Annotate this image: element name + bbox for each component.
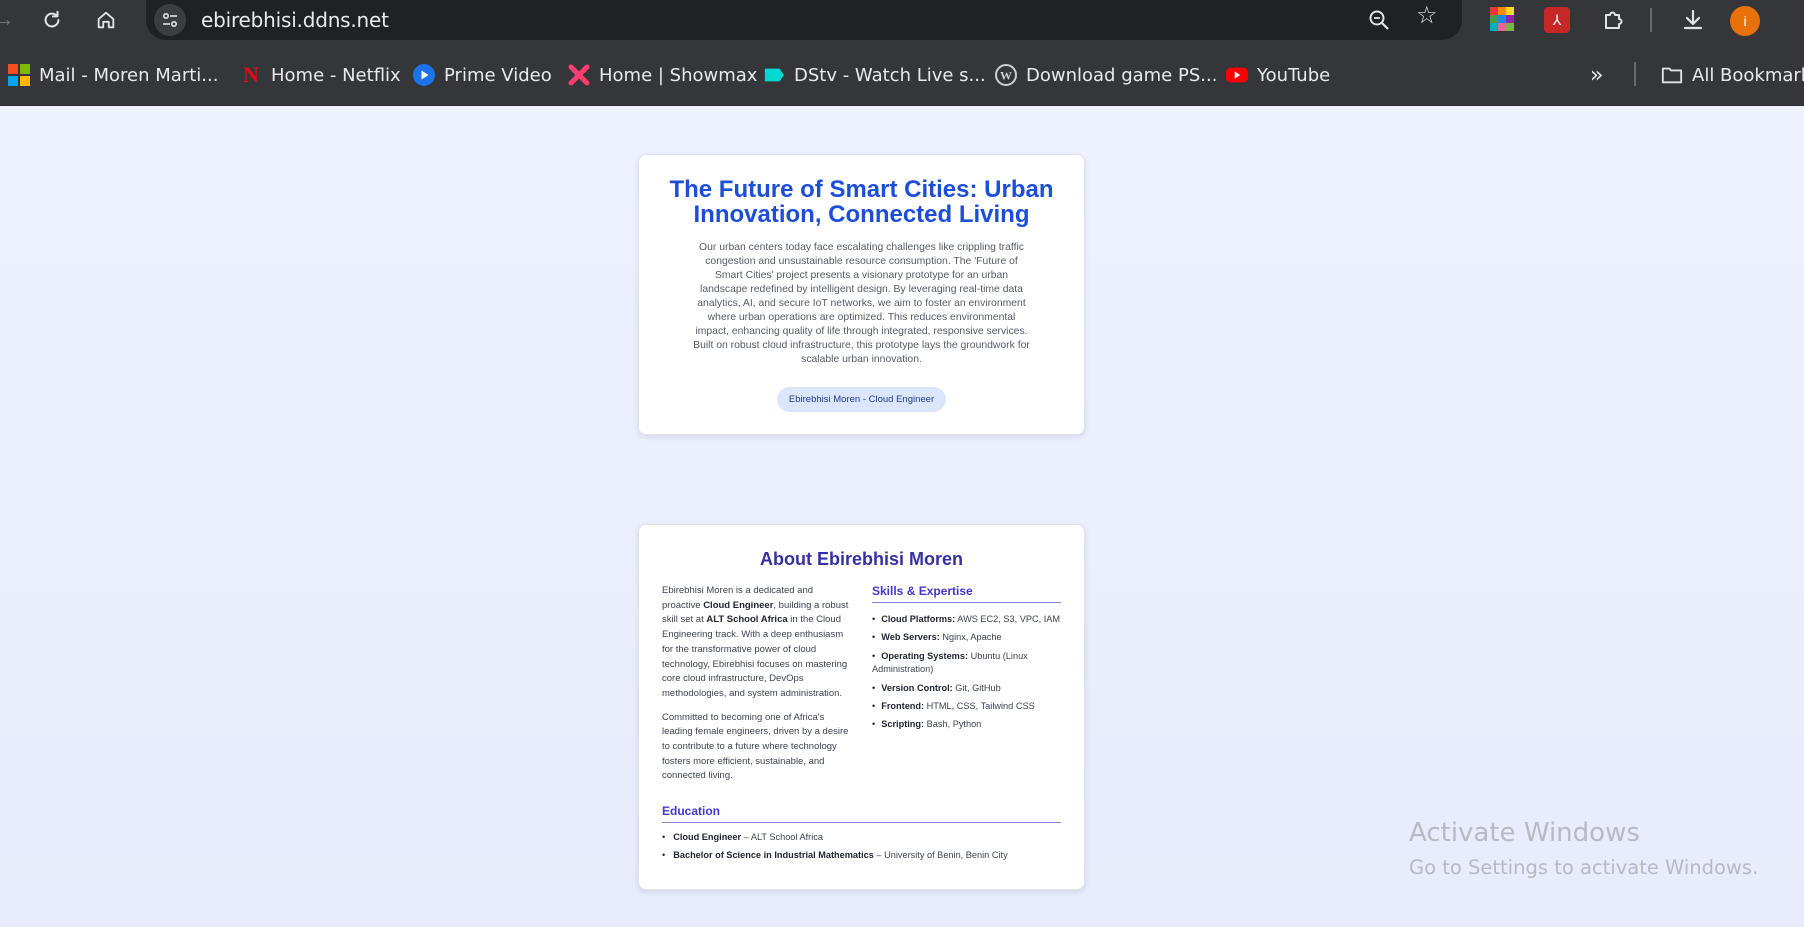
bookmark-label: DStv - Watch Live s... bbox=[794, 64, 986, 86]
bookmark-mail[interactable]: Mail - Moren Marti... bbox=[8, 62, 218, 88]
bookmark-prime-video[interactable]: Prime Video bbox=[413, 62, 552, 88]
bookmark-netflix[interactable]: N Home - Netflix bbox=[240, 62, 401, 88]
about-heading: About Ebirebhisi Moren bbox=[759, 549, 963, 569]
author-badge: Ebirebhisi Moren - Cloud Engineer bbox=[776, 387, 947, 412]
bio-paragraph: Committed to becoming one of Africa's le… bbox=[662, 711, 849, 782]
skills-heading: Skills & Expertise bbox=[872, 584, 1061, 603]
bookmark-dstv[interactable]: DStv - Watch Live s... bbox=[763, 62, 986, 88]
zoom-icon[interactable] bbox=[1368, 9, 1390, 31]
education-item: • Cloud Engineer – ALT School Africa bbox=[662, 832, 823, 843]
bookmark-label: Mail - Moren Marti... bbox=[39, 64, 219, 86]
page-content: The Future of Smart Cities: Urban Innova… bbox=[0, 106, 1804, 927]
skill-item: • Scripting: Bash, Python bbox=[872, 719, 982, 730]
dstv-icon bbox=[763, 64, 785, 86]
bookmark-label: Home | Showmax bbox=[599, 64, 758, 86]
bio-paragraph: Ebirebhisi Moren is a dedicated and proa… bbox=[662, 585, 849, 699]
bookmark-label: Download game PS... bbox=[1026, 64, 1218, 86]
microsoft-icon bbox=[8, 64, 30, 86]
skill-item: • Frontend: HTML, CSS, Tailwind CSS bbox=[872, 700, 1035, 711]
folder-icon bbox=[1661, 64, 1683, 86]
bookmarks-bar: Mail - Moren Marti... N Home - Netflix P… bbox=[0, 42, 1804, 106]
extensions-puzzle-icon[interactable] bbox=[1600, 7, 1626, 33]
home-icon[interactable] bbox=[94, 8, 118, 32]
reload-icon[interactable] bbox=[40, 8, 64, 32]
skill-item: • Version Control: Git, GitHub bbox=[872, 682, 1001, 693]
bio-column: Ebirebhisi Moren is a dedicated and proa… bbox=[662, 584, 852, 784]
profile-avatar[interactable]: i bbox=[1730, 6, 1760, 36]
showmax-icon bbox=[568, 64, 590, 86]
toolbar-divider bbox=[1650, 8, 1652, 32]
about-card: About Ebirebhisi Moren Ebirebhisi Moren … bbox=[638, 524, 1085, 890]
all-bookmarks-label: All Bookmarks bbox=[1692, 64, 1804, 86]
url-text[interactable]: ebirebhisi.ddns.net bbox=[201, 8, 389, 32]
more-bookmarks-chevron-icon[interactable]: » bbox=[1590, 62, 1603, 88]
education-list: • Cloud Engineer – ALT School Africa • Bac… bbox=[662, 831, 1061, 863]
address-bar[interactable]: ebirebhisi.ddns.net ☆ bbox=[146, 0, 1462, 40]
all-bookmarks-folder[interactable]: All Bookmarks bbox=[1661, 62, 1804, 88]
bookmark-label: Home - Netflix bbox=[271, 64, 401, 86]
bookmark-download-game[interactable]: W Download game PS... bbox=[995, 62, 1217, 88]
skill-item: • Cloud Platforms: AWS EC2, S3, VPC, IAM bbox=[872, 614, 1061, 624]
bookmark-youtube[interactable]: YouTube bbox=[1226, 62, 1330, 88]
pdf-extension-icon[interactable]: ⅄ bbox=[1544, 7, 1570, 33]
bookmark-label: Prime Video bbox=[444, 64, 552, 86]
bookmarks-divider bbox=[1634, 62, 1636, 86]
forward-arrow-icon[interactable]: → bbox=[0, 10, 14, 30]
bookmark-star-icon[interactable]: ☆ bbox=[1416, 4, 1438, 28]
youtube-icon bbox=[1226, 64, 1248, 86]
hero-description: Our urban centers today face escalating … bbox=[693, 242, 1030, 365]
bookmark-showmax[interactable]: Home | Showmax bbox=[568, 62, 757, 88]
download-icon[interactable] bbox=[1680, 7, 1706, 33]
netflix-icon: N bbox=[243, 62, 259, 87]
color-extension-icon[interactable] bbox=[1490, 7, 1514, 31]
wordpress-icon: W bbox=[995, 64, 1017, 86]
skill-item: • Operating Systems: Ubuntu (Linux Admini… bbox=[872, 650, 1028, 675]
browser-toolbar: → ebirebhisi.ddns.net ☆ ⅄ i bbox=[0, 0, 1804, 42]
education-item: • Bachelor of Science in Industrial Mathe… bbox=[662, 850, 1008, 861]
skills-list: • Cloud Platforms: AWS EC2, S3, VPC, IAM … bbox=[872, 613, 1061, 732]
skills-column: Skills & Expertise • Cloud Platforms: AWS… bbox=[872, 584, 1061, 784]
site-settings-icon[interactable] bbox=[154, 4, 186, 36]
hero-card: The Future of Smart Cities: Urban Innova… bbox=[638, 154, 1085, 435]
prime-video-icon bbox=[413, 64, 435, 86]
education-section: Education • Cloud Engineer – ALT School A… bbox=[662, 804, 1061, 863]
skill-item: • Web Servers: Nginx, Apache bbox=[872, 632, 1002, 643]
svg-text:W: W bbox=[1000, 69, 1012, 83]
hero-title: The Future of Smart Cities: Urban Innova… bbox=[669, 176, 1054, 228]
bookmark-label: YouTube bbox=[1257, 64, 1331, 86]
windows-activation-watermark: Activate Windows Go to Settings to activ… bbox=[1409, 818, 1759, 879]
education-heading: Education bbox=[662, 804, 1061, 824]
